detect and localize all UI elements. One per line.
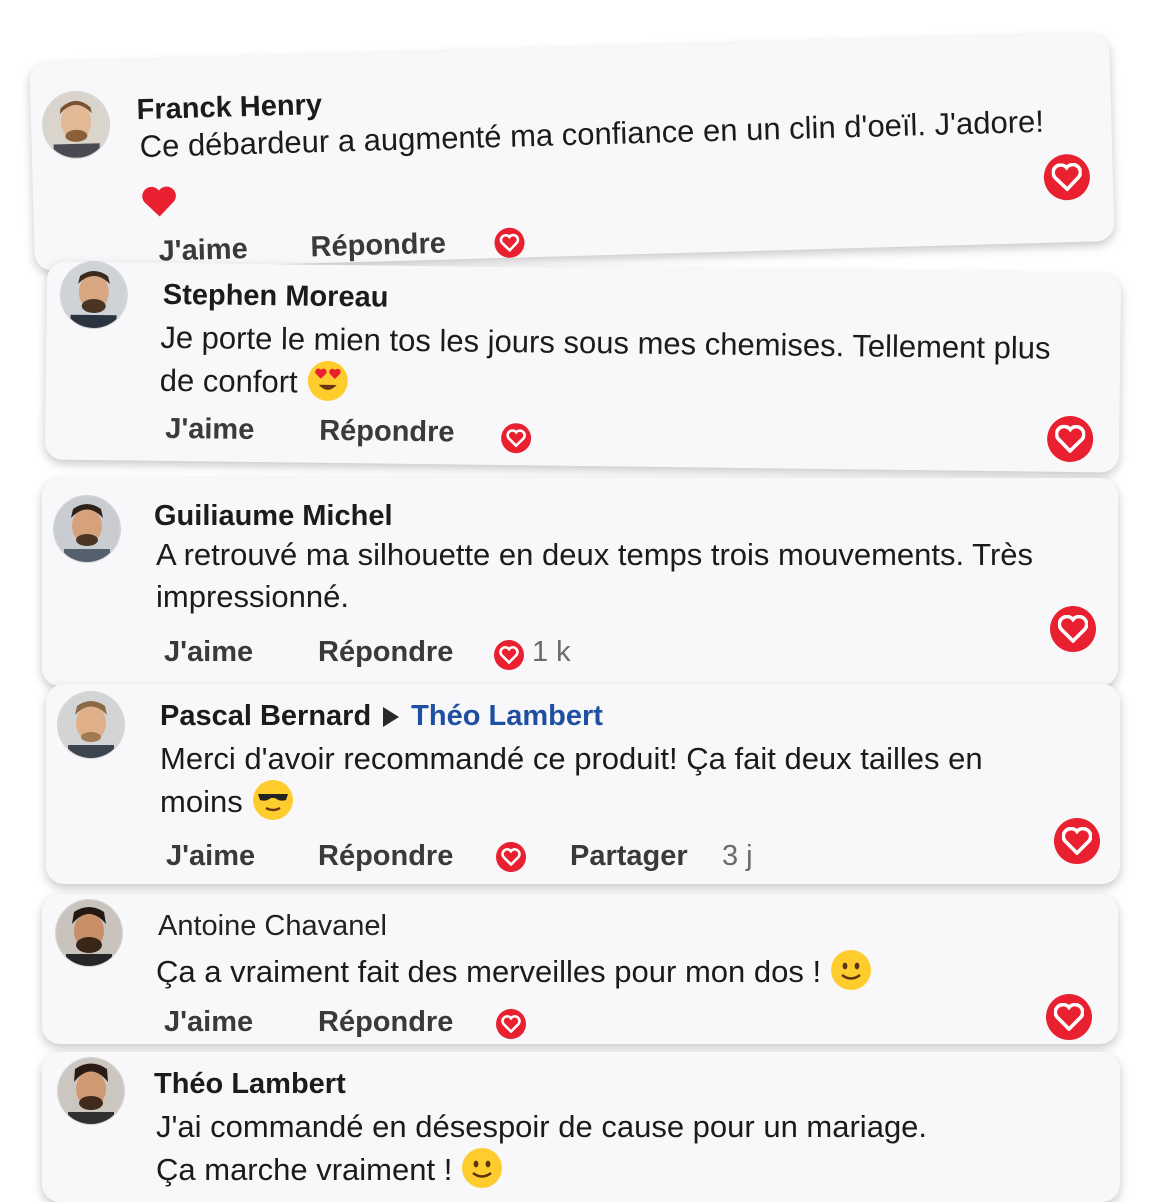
comment-card: Théo Lambert J'ai commandé en désespoir … xyxy=(42,1052,1120,1202)
comment-card: Guiliaume Michel A retrouvé ma silhouett… xyxy=(42,478,1118,686)
avatar[interactable] xyxy=(60,261,128,329)
comment-text: A retrouvé ma silhouette en deux temps t… xyxy=(156,534,1116,618)
comment-text-line: de confort xyxy=(159,362,298,400)
comment-card: Antoine Chavanel Ça a vraiment fait des … xyxy=(42,894,1118,1044)
avatar[interactable] xyxy=(58,692,124,758)
heart-react-button[interactable] xyxy=(1046,415,1094,463)
commenter-name: Pascal Bernard Théo Lambert xyxy=(160,700,603,733)
red-heart-icon xyxy=(141,185,178,222)
like-button[interactable]: J'aime xyxy=(165,413,255,447)
avatar[interactable] xyxy=(56,900,122,966)
like-reaction-icon[interactable] xyxy=(494,640,524,670)
share-button[interactable]: Partager xyxy=(570,840,688,873)
comment-card: Stephen Moreau Je porte le mien tos les … xyxy=(44,261,1122,473)
commenter-name-link[interactable]: Pascal Bernard xyxy=(160,700,371,732)
reply-arrow-icon xyxy=(383,707,400,727)
comment-card: Franck Henry Ce débardeur a augmenté ma … xyxy=(29,32,1115,272)
comment-text-line: Merci d'avoir recommandé ce produit! Ça … xyxy=(160,741,983,776)
commenter-name[interactable]: Théo Lambert xyxy=(154,1068,346,1101)
heart-eyes-emoji xyxy=(307,360,348,402)
like-reaction-icon[interactable] xyxy=(496,1009,526,1039)
like-button[interactable]: J'aime xyxy=(164,636,253,669)
reply-button[interactable]: Répondre xyxy=(318,1006,453,1039)
comment-text-line: Ça marche vraiment ! xyxy=(156,1152,453,1187)
comment-text-line: Ça a vraiment fait des merveilles pour m… xyxy=(156,954,822,989)
comment-text-line: impressionné. xyxy=(156,579,349,614)
comment-text-line: A retrouvé ma silhouette en deux temps t… xyxy=(156,537,1034,572)
smile-emoji xyxy=(462,1148,503,1188)
reply-button[interactable]: Répondre xyxy=(318,840,453,873)
commenter-name[interactable]: Stephen Moreau xyxy=(163,279,389,315)
comment-text: Merci d'avoir recommandé ce produit! Ça … xyxy=(160,738,1120,823)
heart-react-button[interactable] xyxy=(1050,606,1096,652)
comment-card: Pascal Bernard Théo Lambert Merci d'avoir… xyxy=(46,684,1120,884)
reply-button[interactable]: Répondre xyxy=(310,228,446,265)
comment-text: J'ai commandé en désespoir de cause pour… xyxy=(156,1106,1116,1191)
smile-emoji xyxy=(831,950,872,990)
comment-text: Ça a vraiment fait des merveilles pour m… xyxy=(156,950,872,993)
like-button[interactable]: J'aime xyxy=(166,840,255,873)
reaction-count[interactable]: 1 k xyxy=(532,636,571,669)
avatar[interactable] xyxy=(54,496,120,562)
reply-to-name[interactable]: Théo Lambert xyxy=(411,700,603,732)
like-button[interactable]: J'aime xyxy=(164,1006,253,1039)
comment-actions: J'aime Répondre 1 k xyxy=(164,636,684,672)
reply-button[interactable]: Répondre xyxy=(318,636,453,669)
comment-text-line: moins xyxy=(160,784,243,819)
timestamp: 3 j xyxy=(722,840,753,872)
sunglasses-emoji xyxy=(252,780,293,820)
heart-react-button[interactable] xyxy=(1046,994,1092,1040)
commenter-name[interactable]: Antoine Chavanel xyxy=(158,910,387,943)
comment-actions: J'aime Répondre Partager 3 j xyxy=(166,840,786,876)
heart-react-button[interactable] xyxy=(1043,153,1091,201)
commenter-name[interactable]: Guiliaume Michel xyxy=(154,500,393,533)
reply-button[interactable]: Répondre xyxy=(319,415,455,450)
avatar[interactable] xyxy=(42,90,110,159)
avatar[interactable] xyxy=(58,1058,124,1124)
comment-text: Je porte le mien tos les jours sous mes … xyxy=(160,317,1121,414)
like-reaction-icon[interactable] xyxy=(496,842,526,872)
heart-react-button[interactable] xyxy=(1054,818,1100,864)
comment-text-line: J'ai commandé en désespoir de cause pour… xyxy=(156,1109,928,1144)
